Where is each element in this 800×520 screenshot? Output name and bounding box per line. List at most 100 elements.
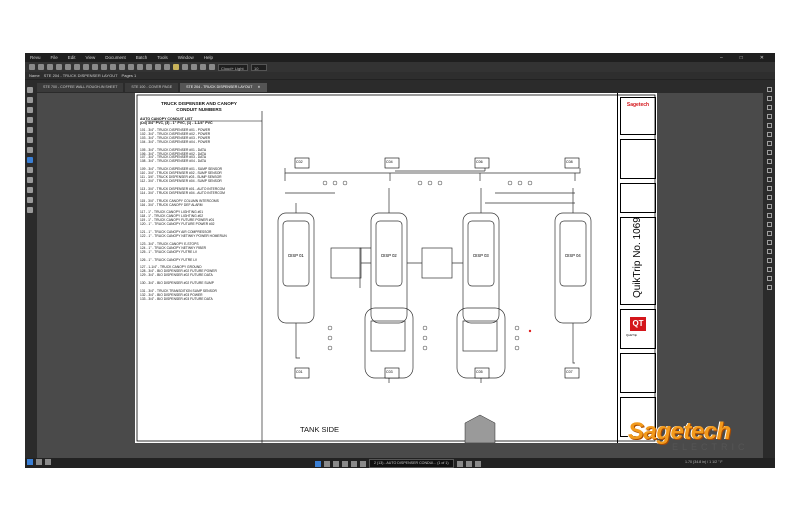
callout-tool-icon[interactable] (182, 64, 188, 70)
cloud-icon[interactable] (767, 222, 772, 227)
note-icon[interactable] (767, 240, 772, 245)
last-page-icon[interactable] (465, 460, 472, 467)
polygon-icon[interactable] (767, 213, 772, 218)
select-tool-icon[interactable] (29, 64, 35, 70)
file-access-icon[interactable] (27, 177, 33, 183)
menu-file[interactable]: File (46, 55, 63, 60)
markups-list-icon[interactable] (27, 127, 33, 133)
eraser-tool-icon[interactable] (209, 64, 215, 70)
polygon-tool-icon[interactable] (146, 64, 152, 70)
close-icon[interactable]: ✕ (755, 55, 769, 61)
text-tool-icon[interactable] (65, 64, 71, 70)
doc-file-name[interactable]: STE 204 - TRUCK DISPENSER LAYOUT (44, 73, 118, 78)
pan-tool-icon[interactable] (38, 64, 44, 70)
text-tool-icon[interactable] (83, 64, 89, 70)
title-line-1: TRUCK DISPENSER AND CANOPY (161, 101, 237, 106)
properties-panel-icon[interactable] (767, 87, 772, 92)
menu-revu[interactable]: Revu (25, 55, 46, 60)
tab-coffee-wall[interactable]: STE 700 - COFFEE WALL ROUGH-IN SHEET (37, 83, 124, 92)
menu-document[interactable]: Document (100, 55, 131, 60)
conduit-item: 125 - 1" - TRUCK CANOPY FUTRE LV (140, 249, 198, 254)
pen-icon[interactable] (767, 159, 772, 164)
minimize-icon[interactable]: – (715, 55, 728, 61)
conduit-item: 122 - 1" - TRUCK CANOPY NETWKY POWER HOM… (140, 233, 227, 238)
layers-panel-icon[interactable] (767, 114, 772, 119)
search-panel-icon[interactable] (767, 96, 772, 101)
first-page-icon[interactable] (351, 460, 357, 467)
conduit-item: 116 - 3/4" - TRUCK CANOPY DEF ALARM (140, 202, 203, 207)
arrow-icon[interactable] (767, 186, 772, 191)
sketch-tool-icon[interactable] (200, 64, 206, 70)
measurements-icon[interactable] (27, 147, 33, 153)
menu-edit[interactable]: Edit (63, 55, 81, 60)
signature-panel-icon[interactable] (767, 150, 772, 155)
pencil-icon[interactable] (767, 177, 772, 182)
highlight-tool-icon[interactable] (92, 64, 98, 70)
thumbnails-icon[interactable] (27, 87, 33, 93)
cloud-tool-icon[interactable] (155, 64, 161, 70)
line-icon[interactable] (767, 168, 772, 173)
pen-tool-icon[interactable] (101, 64, 107, 70)
pan-icon[interactable] (324, 460, 330, 467)
links-icon[interactable] (27, 187, 33, 193)
status-left (27, 459, 51, 465)
split-view-icon[interactable] (45, 459, 51, 465)
tab-truck-dispenser-layout[interactable]: STE 204 - TRUCK DISPENSER LAYOUT ✕ (180, 83, 267, 92)
fit-page-icon[interactable] (474, 460, 481, 467)
page-indicator[interactable]: 2 (13) - AUTO DISPENSER CONDUI... (1 of … (369, 459, 454, 468)
signatures-icon[interactable] (27, 137, 33, 143)
measure-icon[interactable] (767, 258, 772, 263)
menu-view[interactable]: View (81, 55, 101, 60)
conduit-item: 104 - 3/4" - TRUCK DISPENSER #04 - POWER (140, 139, 211, 144)
measure-tool-icon[interactable] (191, 64, 197, 70)
lock-tool-icon[interactable] (173, 64, 179, 70)
menu-tools[interactable]: Tools (152, 55, 173, 60)
next-page-icon[interactable] (456, 460, 463, 467)
menu-window[interactable]: Window (173, 55, 199, 60)
right-panel-bar (765, 83, 775, 458)
tab-cover-page[interactable]: STE 100 - COVER PAGE (125, 83, 179, 92)
text-tool-icon[interactable] (74, 64, 80, 70)
zoom-out-icon[interactable] (342, 460, 348, 467)
menu-batch[interactable]: Batch (131, 55, 153, 60)
studio-icon[interactable] (767, 123, 772, 128)
stamp-tool-icon[interactable] (164, 64, 170, 70)
tool-chest-icon[interactable] (27, 157, 33, 163)
close-tab-icon[interactable]: ✕ (257, 85, 260, 89)
zoom-in-icon[interactable] (333, 460, 339, 467)
thumbnails-panel-icon[interactable] (767, 132, 772, 137)
text-tool-icon[interactable] (56, 64, 62, 70)
maximize-icon[interactable]: □ (735, 55, 748, 61)
line-tool-icon[interactable] (110, 64, 116, 70)
spaces-icon[interactable] (27, 197, 33, 203)
menu-help[interactable]: Help (199, 55, 218, 60)
conduit-item: 112 - 3/4" - TRUCK DISPENSER #04 - SUMP … (140, 178, 222, 183)
rectangle-icon[interactable] (767, 195, 772, 200)
ellipse-icon[interactable] (767, 204, 772, 209)
image-icon[interactable] (767, 276, 772, 281)
continuous-icon[interactable] (36, 459, 42, 465)
layers-icon[interactable] (27, 107, 33, 113)
search-icon[interactable] (27, 117, 33, 123)
bookmarks-panel-icon[interactable] (767, 141, 772, 146)
drawing-sheet: TRUCK DISPENSER AND CANOPY CONDUIT NUMBE… (135, 93, 657, 443)
markup-style-select[interactable]: Cloud+ Light (218, 63, 248, 71)
arrow-tool-icon[interactable] (119, 64, 125, 70)
stamp-icon[interactable] (767, 267, 772, 272)
callout-icon[interactable] (767, 231, 772, 236)
markups-panel-icon[interactable] (767, 105, 772, 110)
single-page-icon[interactable] (27, 459, 33, 465)
zoom-tool-icon[interactable] (47, 64, 53, 70)
coordinates-readout: 1.70 (34.8 in) / 1 1/2 " F (685, 460, 723, 464)
text-box-icon[interactable] (767, 249, 772, 254)
properties-icon[interactable] (27, 167, 33, 173)
bookmarks-icon[interactable] (27, 97, 33, 103)
font-size-select[interactable]: 10 (251, 63, 267, 71)
previous-page-icon[interactable] (360, 460, 366, 467)
sets-icon[interactable] (27, 207, 33, 213)
settings-icon[interactable] (767, 285, 772, 290)
rectangle-tool-icon[interactable] (128, 64, 134, 70)
select-icon[interactable] (315, 460, 321, 467)
conduit-item: 108 - 3/4" - TRUCK DISPENSER #04 - DATA (140, 159, 207, 164)
ellipse-tool-icon[interactable] (137, 64, 143, 70)
